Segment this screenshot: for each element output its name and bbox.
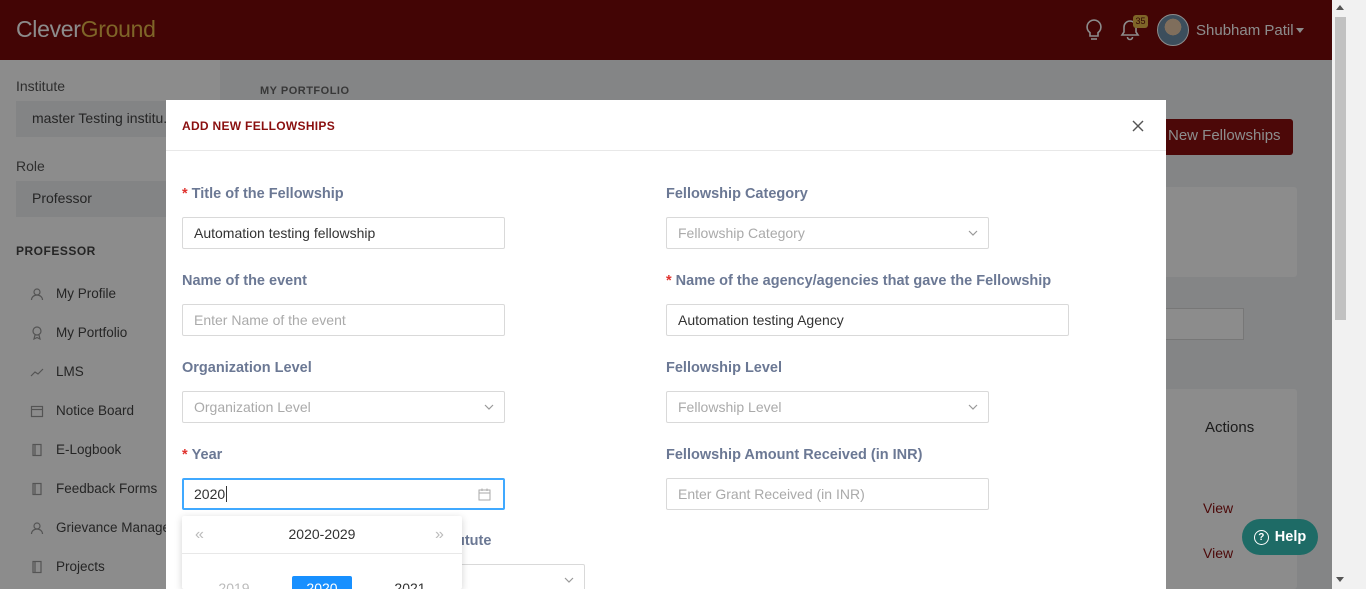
chevron-down-icon (484, 404, 494, 410)
org-level-label: Organization Level (182, 360, 312, 376)
help-button[interactable]: ? Help (1242, 519, 1318, 555)
title-label: * Title of the Fellowship (182, 186, 344, 202)
chevron-down-icon (968, 230, 978, 236)
amount-input[interactable]: Enter Grant Received (in INR) (666, 478, 989, 510)
scroll-down-arrow-icon[interactable] (1336, 577, 1344, 582)
event-name-input[interactable]: Enter Name of the event (182, 304, 505, 336)
title-input[interactable]: Automation testing fellowship (182, 217, 505, 249)
agency-label: * Name of the agency/agencies that gave t… (666, 273, 1052, 289)
fellowship-level-select[interactable]: Fellowship Level (666, 391, 989, 423)
year-cell[interactable]: 2021 (380, 576, 440, 589)
chevron-down-icon (564, 577, 574, 583)
double-chevron-right-icon[interactable]: » (435, 526, 444, 544)
page-scrollbar[interactable] (1332, 0, 1366, 589)
question-icon: ? (1253, 529, 1269, 545)
year-cell-selected[interactable]: 2020 (292, 576, 352, 589)
chevron-down-icon (968, 404, 978, 410)
event-label: Name of the event (182, 273, 307, 289)
category-label: Fellowship Category (666, 186, 808, 202)
modal-header: ADD NEW FELLOWSHIPS (166, 100, 1166, 151)
modal-title: ADD NEW FELLOWSHIPS (182, 119, 336, 133)
year-picker-header: « 2020-2029 » (182, 516, 462, 554)
year-picker-input[interactable]: 2020 (182, 478, 505, 510)
fellowship-level-label: Fellowship Level (666, 360, 783, 376)
amount-label: Fellowship Amount Received (in INR) (666, 447, 923, 463)
hidden-field-select[interactable] (456, 564, 585, 589)
scroll-up-arrow-icon[interactable] (1336, 5, 1344, 10)
year-label: * Year (182, 447, 223, 463)
decade-range[interactable]: 2020-2029 (182, 526, 462, 542)
calendar-icon (478, 488, 491, 501)
agency-input[interactable]: Automation testing Agency (666, 304, 1069, 336)
year-picker-dropdown: « 2020-2029 » 2019 2020 2021 (182, 516, 462, 589)
scroll-thumb[interactable] (1335, 17, 1346, 320)
close-icon[interactable] (1128, 116, 1148, 136)
year-cell[interactable]: 2019 (204, 576, 264, 589)
organization-level-select[interactable]: Organization Level (182, 391, 505, 423)
fellowship-category-select[interactable]: Fellowship Category (666, 217, 989, 249)
